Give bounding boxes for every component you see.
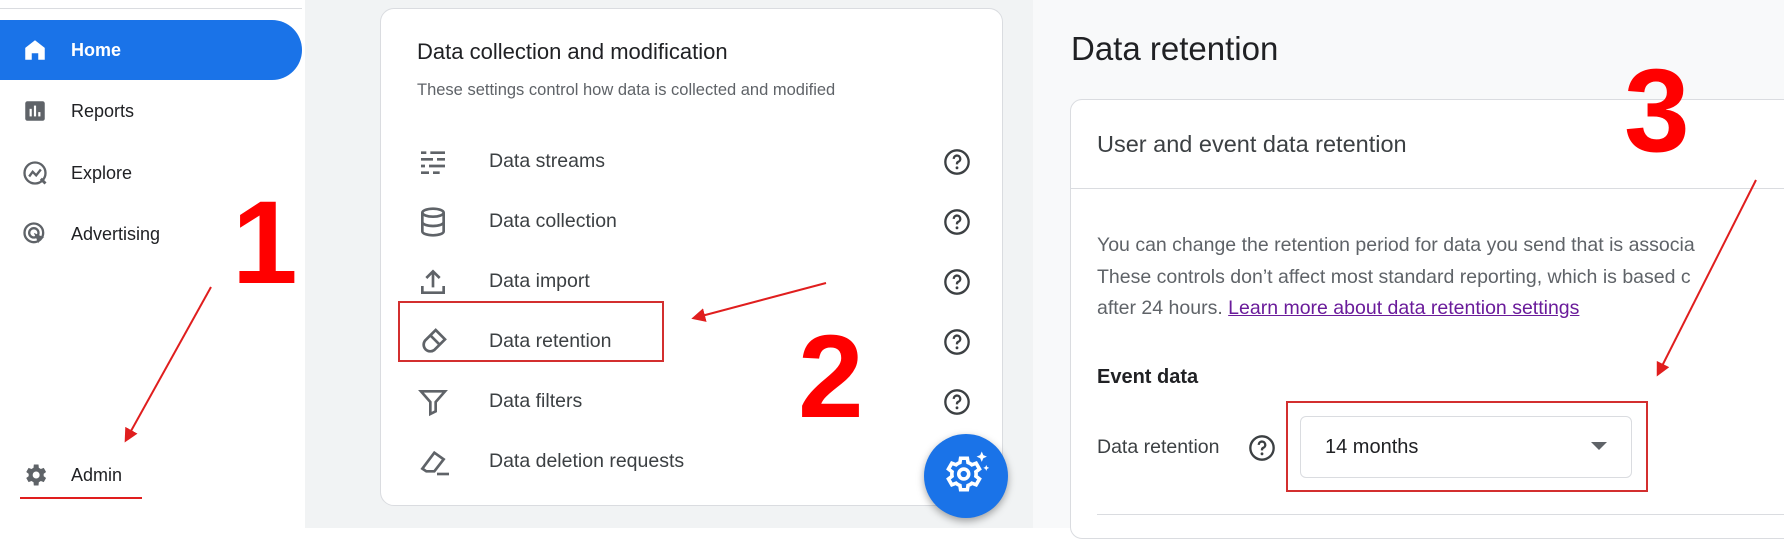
data-retention-field-label: Data retention: [1097, 436, 1220, 458]
nav-item-home[interactable]: Home: [0, 20, 302, 80]
eraser-icon: [417, 446, 449, 478]
upload-icon: [417, 266, 449, 298]
data-retention-highlight-box: [398, 301, 664, 362]
event-data-heading: Event data: [1097, 366, 1199, 388]
help-icon[interactable]: [943, 208, 971, 236]
nav-item-reports[interactable]: Reports: [0, 81, 302, 141]
advertising-target-icon: [20, 219, 50, 249]
nav-item-label: Home: [71, 39, 122, 60]
description-line-1: You can change the retention period for …: [1097, 234, 1695, 256]
filter-icon: [417, 386, 449, 418]
nav-divider: [0, 8, 302, 9]
settings-row-label: Data filters: [489, 390, 583, 412]
step-number-3: 3: [1624, 45, 1690, 177]
page-title: Data retention: [1071, 30, 1279, 67]
learn-more-link[interactable]: Learn more about data retention settings: [1228, 297, 1579, 319]
nav-item-admin[interactable]: Admin: [0, 445, 302, 505]
settings-row-label: Data deletion requests: [489, 450, 685, 472]
description-line-3: after 24 hours. Learn more about data re…: [1097, 297, 1579, 320]
settings-row-data-deletion-requests[interactable]: Data deletion requests: [381, 434, 1001, 490]
data-collection-card: Data collection and modification These s…: [380, 8, 1003, 506]
retention-select-highlight-box: [1286, 401, 1648, 492]
help-icon[interactable]: [943, 388, 971, 416]
admin-underline-annotation: [20, 497, 142, 499]
home-icon: [20, 35, 50, 65]
nav-item-label: Advertising: [71, 223, 161, 244]
gear-sparkle-icon: [939, 447, 993, 506]
step-number-1: 1: [232, 177, 298, 309]
help-icon[interactable]: [943, 268, 971, 296]
step-number-2: 2: [798, 311, 864, 443]
data-streams-icon: [417, 146, 449, 178]
help-icon[interactable]: [1248, 434, 1276, 462]
settings-row-data-collection[interactable]: Data collection: [381, 194, 1001, 250]
settings-row-label: Data import: [489, 270, 590, 292]
settings-row-label: Data collection: [489, 210, 617, 232]
explore-trend-icon: [20, 158, 50, 188]
description-line-2: These controls don’t affect most standar…: [1097, 266, 1691, 288]
nav-item-label: Reports: [71, 100, 135, 121]
gear-icon: [20, 460, 50, 490]
database-icon: [417, 206, 449, 238]
settings-row-data-streams[interactable]: Data streams: [381, 134, 1001, 190]
card-subtitle: These settings control how data is colle…: [417, 81, 836, 99]
settings-row-data-filters[interactable]: Data filters: [381, 374, 1001, 430]
settings-sparkle-fab[interactable]: [924, 434, 1008, 518]
description-line-3-text: after 24 hours.: [1097, 297, 1229, 319]
card-title: Data collection and modification: [417, 39, 728, 64]
bottom-divider: [1097, 514, 1784, 515]
card-divider: [1071, 188, 1784, 189]
retention-card-title: User and event data retention: [1097, 131, 1407, 157]
help-icon[interactable]: [943, 148, 971, 176]
bar-chart-icon: [20, 96, 50, 126]
nav-item-label: Admin: [71, 464, 123, 485]
settings-row-label: Data streams: [489, 150, 605, 172]
help-icon[interactable]: [943, 328, 971, 356]
nav-item-label: Explore: [71, 162, 133, 183]
